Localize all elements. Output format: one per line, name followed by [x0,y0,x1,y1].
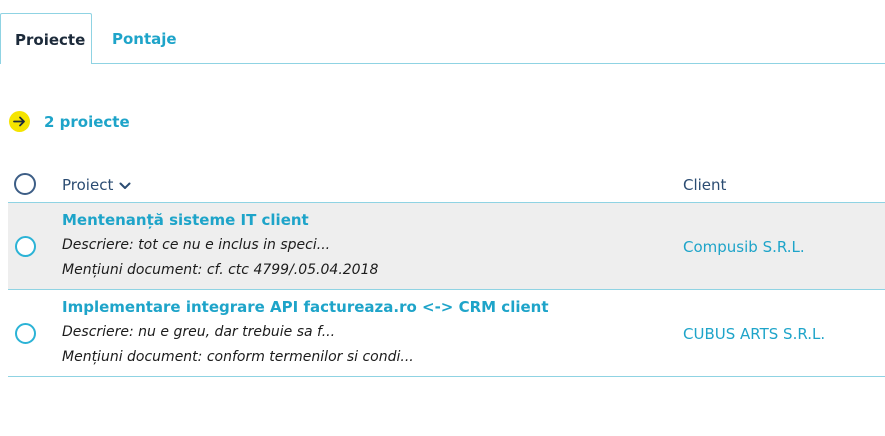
chevron-down-icon [119,176,131,194]
arrow-right-icon[interactable] [9,111,30,132]
project-mentions: Mențiuni document: cf. ctc 4799/.05.04.2… [62,262,379,278]
tab-proiecte-label: Proiecte [15,31,86,49]
projects-count[interactable]: 2 proiecte [44,113,130,131]
client-link[interactable]: CUBUS ARTS S.R.L. [683,325,825,343]
projects-summary: 2 proiecte [9,111,130,132]
project-description: Descriere: tot ce nu e inclus in speci..… [62,237,331,253]
projects-table: Proiect Client Mentenanță sisteme IT cli… [8,160,885,377]
project-mentions: Mențiuni document: conform termenilor si… [62,349,414,365]
tab-bar-border [91,63,885,64]
project-description: Descriere: nu e greu, dar trebuie sa f..… [62,324,336,340]
tab-pontaje[interactable]: Pontaje [112,30,177,48]
project-title-link[interactable]: Implementare integrare API factureaza.ro… [62,298,549,316]
row-select-radio[interactable] [15,236,36,257]
column-header-project-label: Proiect [62,176,114,194]
table-row[interactable]: Mentenanță sisteme IT client Descriere: … [8,203,885,290]
select-all-checkbox[interactable] [14,173,36,195]
project-title-link[interactable]: Mentenanță sisteme IT client [62,211,309,229]
tab-bar: Proiecte Pontaje [0,0,885,64]
tab-proiecte[interactable]: Proiecte [0,13,92,64]
client-link[interactable]: Compusib S.R.L. [683,238,805,256]
table-row[interactable]: Implementare integrare API factureaza.ro… [8,290,885,377]
column-header-project[interactable]: Proiect [62,176,131,194]
column-header-client[interactable]: Client [683,176,726,194]
row-select-radio[interactable] [15,323,36,344]
table-header: Proiect Client [8,160,885,203]
